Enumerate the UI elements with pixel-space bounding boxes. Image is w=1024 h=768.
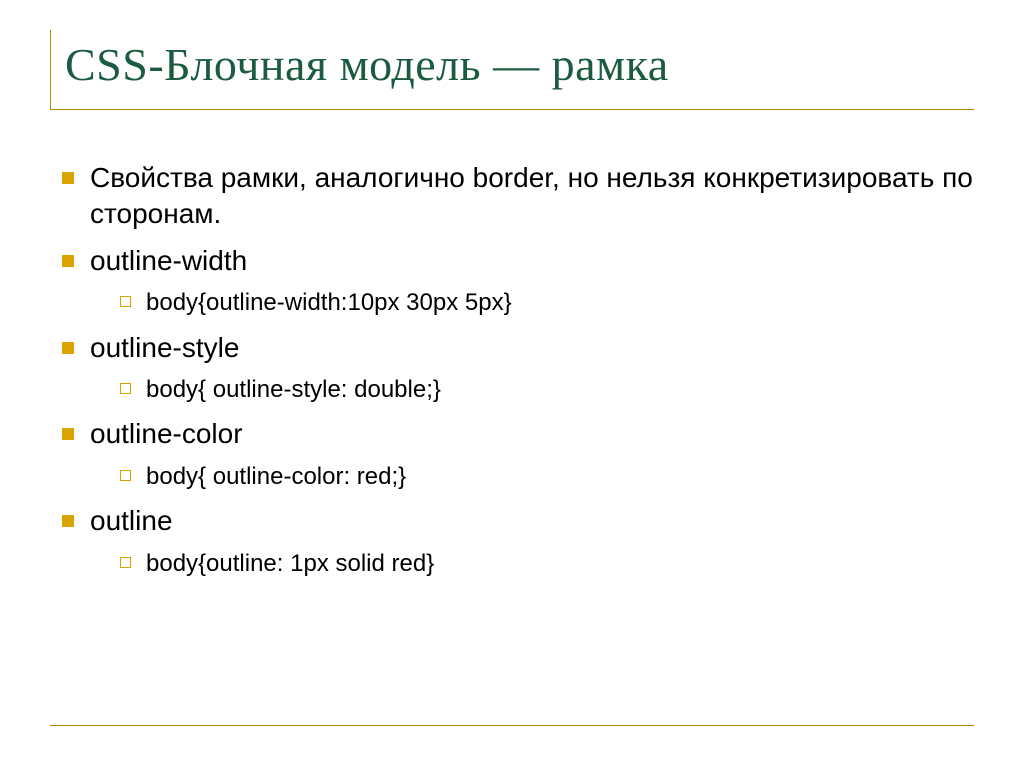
bullet-item: outline-width body{outline-width:10px 30…	[60, 243, 974, 320]
sub-bullet-text: body{outline: 1px solid red}	[146, 550, 434, 577]
bullet-text: outline-width	[90, 245, 247, 276]
sub-bullet-item: body{outline: 1px solid red}	[120, 548, 974, 580]
sub-bullet-list: body{ outline-color: red;}	[90, 461, 974, 493]
bullet-item: outline body{outline: 1px solid red}	[60, 503, 974, 580]
bullet-item: outline-style body{ outline-style: doubl…	[60, 330, 974, 407]
sub-bullet-item: body{ outline-color: red;}	[120, 461, 974, 493]
bullet-text: outline	[90, 505, 173, 536]
sub-bullet-item: body{ outline-style: double;}	[120, 374, 974, 406]
sub-bullet-list: body{outline: 1px solid red}	[90, 548, 974, 580]
sub-bullet-list: body{outline-width:10px 30px 5px}	[90, 287, 974, 319]
sub-bullet-text: body{ outline-color: red;}	[146, 463, 406, 490]
sub-bullet-text: body{ outline-style: double;}	[146, 376, 441, 403]
sub-bullet-text: body{outline-width:10px 30px 5px}	[146, 289, 512, 316]
sub-bullet-list: body{ outline-style: double;}	[90, 374, 974, 406]
bottom-divider	[50, 725, 974, 726]
sub-bullet-item: body{outline-width:10px 30px 5px}	[120, 287, 974, 319]
bullet-text: Свойства рамки, аналогично border, но не…	[90, 162, 973, 229]
bullet-text: outline-style	[90, 332, 239, 363]
bullet-item: outline-color body{ outline-color: red;}	[60, 416, 974, 493]
bullet-text: outline-color	[90, 418, 243, 449]
bullet-list: Свойства рамки, аналогично border, но не…	[50, 160, 974, 580]
title-frame: CSS-Блочная модель — рамка	[50, 30, 974, 110]
slide-title: CSS-Блочная модель — рамка	[65, 38, 974, 91]
bullet-item: Свойства рамки, аналогично border, но не…	[60, 160, 974, 233]
slide: CSS-Блочная модель — рамка Свойства рамк…	[0, 0, 1024, 768]
